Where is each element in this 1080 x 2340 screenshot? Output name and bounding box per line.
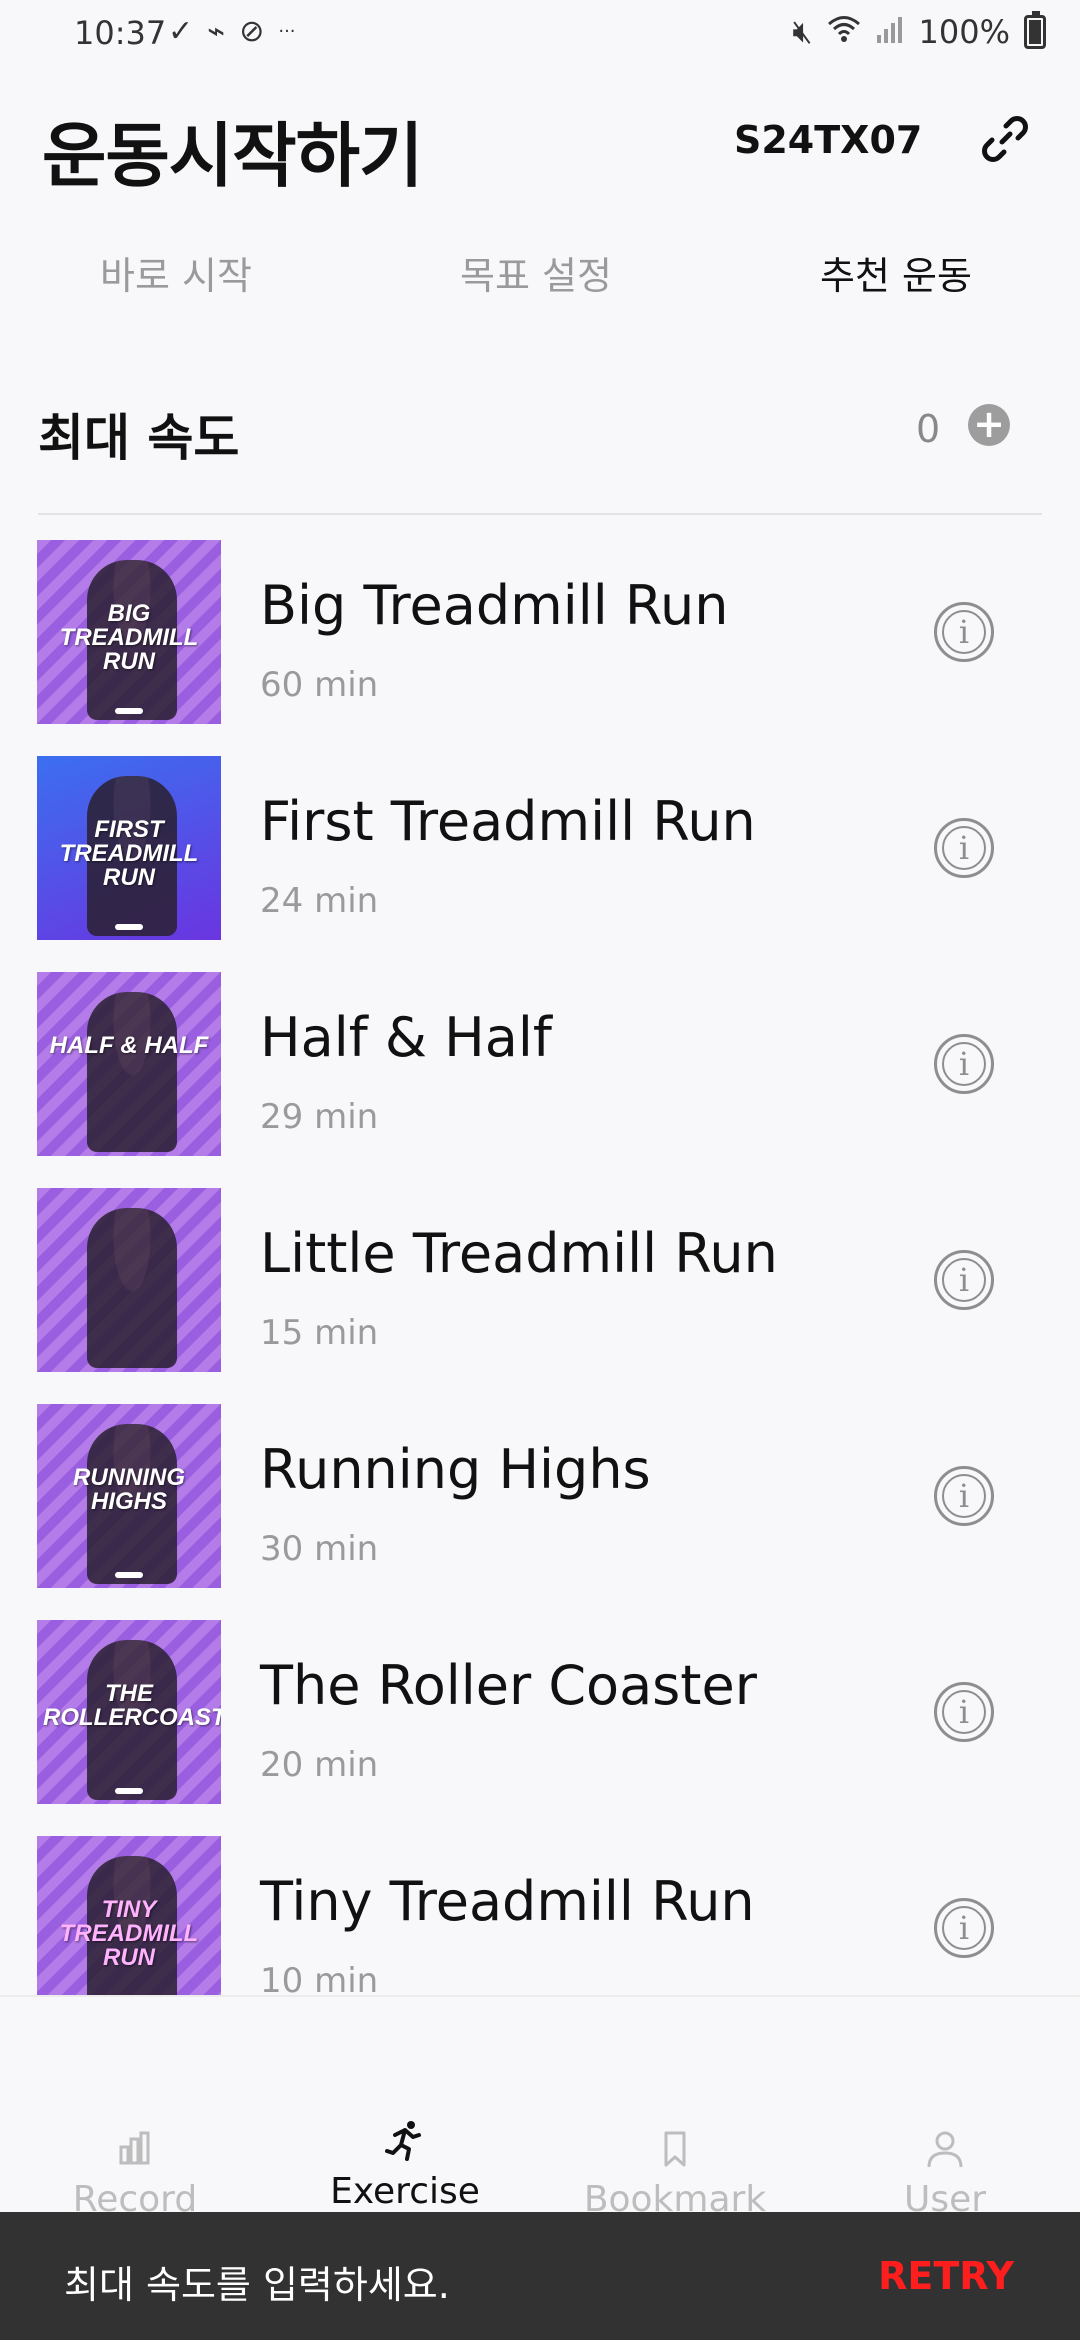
workout-title: Little Treadmill Run (260, 1222, 778, 1285)
retry-button[interactable]: RETRY (878, 2254, 1014, 2298)
workout-title: Big Treadmill Run (260, 574, 729, 637)
list-item[interactable]: FIRST TREADMILL RUN First Treadmill Run … (0, 756, 1080, 940)
workout-title: The Roller Coaster (260, 1654, 757, 1717)
user-icon (927, 2131, 963, 2168)
nav-user[interactable]: User (810, 2127, 1080, 2220)
workout-duration: 10 min (260, 1961, 379, 1995)
workout-thumbnail: BIG TREADMILL RUN (37, 540, 221, 724)
snackbar: 최대 속도를 입력하세요. RETRY (0, 2212, 1080, 2340)
workout-title: Tiny Treadmill Run (260, 1870, 755, 1933)
info-icon[interactable]: i (934, 602, 994, 662)
status-time: 10:37 (74, 14, 167, 52)
workout-title: Running Highs (260, 1438, 651, 1501)
tab-quick-start[interactable]: 바로 시작 (100, 245, 252, 300)
info-icon[interactable]: i (934, 1034, 994, 1094)
thumbnail-caption: FIRST TREADMILL RUN (59, 816, 199, 891)
no-sim-icon: ⊘ (239, 14, 265, 49)
info-icon[interactable]: i (934, 1250, 994, 1310)
workout-thumbnail: THE ROLLERCOASTER (37, 1620, 221, 1804)
page-title: 운동시작하기 (42, 115, 423, 197)
workout-duration: 24 min (260, 881, 379, 921)
list-item[interactable]: THE ROLLERCOASTER The Roller Coaster 20 … (0, 1620, 1080, 1804)
workout-thumbnail: HALF & HALF (37, 972, 221, 1156)
more-notifications-icon: ··· (278, 21, 296, 42)
mute-icon: 🔇︎ (792, 12, 813, 50)
divider (38, 513, 1042, 515)
workout-thumbnail: TINY TREADMILL RUN (37, 1836, 221, 1995)
status-right-icons: 🔇︎ 100% (792, 10, 1046, 51)
workout-duration: 30 min (260, 1529, 379, 1569)
usb-icon: ⌁ (207, 14, 226, 49)
nav-bookmark[interactable]: Bookmark (540, 2127, 810, 2220)
workout-duration: 15 min (260, 1313, 379, 1353)
workout-thumbnail: RUNNING HIGHS (37, 1404, 221, 1588)
workout-title: First Treadmill Run (260, 790, 756, 853)
workout-thumbnail: FIRST TREADMILL RUN (37, 756, 221, 940)
bar-chart-icon (119, 2131, 150, 2165)
link-icon[interactable] (980, 114, 1030, 164)
workout-duration: 60 min (260, 665, 379, 705)
thumbnail-caption: BIG TREADMILL RUN (59, 600, 199, 675)
wifi-icon (827, 13, 861, 51)
workout-duration: 20 min (260, 1745, 379, 1785)
runner-icon (385, 2121, 421, 2161)
list-item[interactable]: TINY TREADMILL RUN Tiny Treadmill Run 10… (0, 1836, 1080, 1995)
add-icon[interactable]: + (968, 404, 1010, 446)
thumbnail-caption: THE ROLLERCOASTER (43, 1680, 221, 1731)
runner-figure (87, 992, 177, 1152)
nav-label: Exercise (330, 2171, 480, 2212)
nav-record[interactable]: Record (0, 2127, 270, 2220)
battery-icon (1024, 10, 1046, 49)
list-item[interactable]: Little Treadmill Run 15 min i (0, 1188, 1080, 1372)
list-item[interactable]: RUNNING HIGHS Running Highs 30 min i (0, 1404, 1080, 1588)
thumbnail-caption: HALF & HALF (49, 1032, 209, 1059)
workout-title: Half & Half (260, 1006, 552, 1069)
thumbnail-caption: TINY TREADMILL RUN (59, 1896, 199, 1971)
info-icon[interactable]: i (934, 1898, 994, 1958)
check-icon: ✓ (168, 14, 194, 49)
tab-recommended[interactable]: 추천 운동 (820, 245, 972, 300)
signal-icon (875, 13, 905, 51)
swoosh-logo (115, 708, 143, 714)
list-item[interactable]: HALF & HALF Half & Half 29 min i (0, 972, 1080, 1156)
app-screen: 10:37 ✓ ⌁ ⊘ ··· 🔇︎ 100% 운동시작하기 S24TX07 바… (0, 0, 1080, 2340)
battery-percent: 100% (918, 12, 1010, 51)
runner-figure (87, 1208, 177, 1368)
status-bar: 10:37 ✓ ⌁ ⊘ ··· 🔇︎ 100% (0, 0, 1080, 70)
tab-goal-setting[interactable]: 목표 설정 (460, 245, 612, 300)
swoosh-logo (115, 924, 143, 930)
info-icon[interactable]: i (934, 818, 994, 878)
workout-thumbnail (37, 1188, 221, 1372)
bottom-nav: Record Exercise Bookmark User (0, 1995, 1080, 2220)
snackbar-message: 최대 속도를 입력하세요. (64, 2263, 450, 2307)
workout-list[interactable]: BIG TREADMILL RUN Big Treadmill Run 60 m… (0, 540, 1080, 1995)
nav-exercise[interactable]: Exercise (270, 2119, 540, 2212)
info-icon[interactable]: i (934, 1682, 994, 1742)
max-speed-value: 0 (916, 407, 941, 451)
workout-duration: 29 min (260, 1097, 379, 1137)
tab-bar: 바로 시작 목표 설정 추천 운동 (0, 245, 1080, 311)
swoosh-logo (115, 1572, 143, 1578)
list-item[interactable]: BIG TREADMILL RUN Big Treadmill Run 60 m… (0, 540, 1080, 724)
device-id[interactable]: S24TX07 (734, 118, 922, 162)
thumbnail-caption: RUNNING HIGHS (73, 1464, 185, 1515)
status-left-icons: ✓ ⌁ ⊘ ··· (168, 14, 296, 49)
bookmark-icon (664, 2131, 686, 2167)
info-icon[interactable]: i (934, 1466, 994, 1526)
swoosh-logo (115, 1788, 143, 1794)
section-title: 최대 속도 (38, 409, 240, 467)
